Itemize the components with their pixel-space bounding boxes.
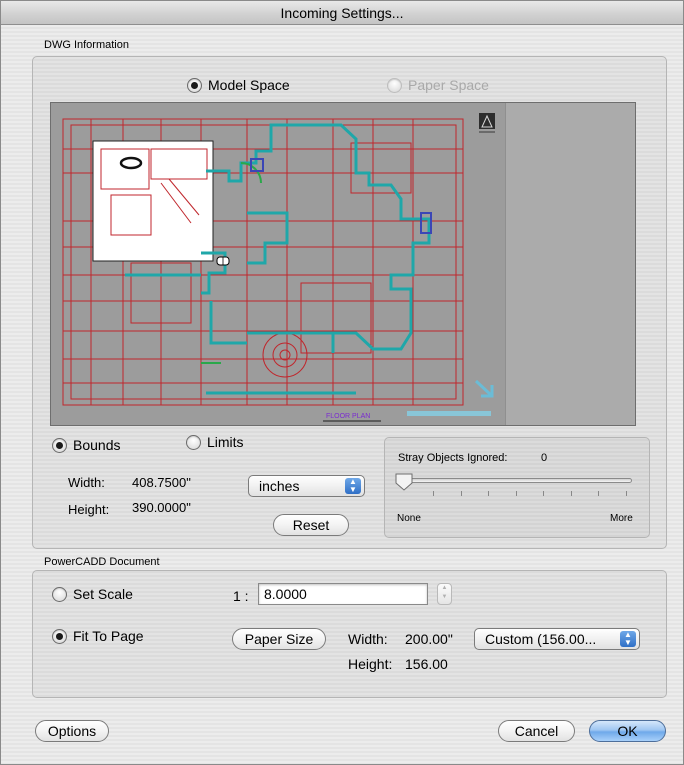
paper-size-popup[interactable]: Custom (156.00... ▲ ▼ [474, 628, 640, 650]
limits-radio[interactable]: Limits [186, 434, 244, 450]
scale-stepper: ▲ ▼ [437, 583, 452, 605]
slider-tick [433, 491, 434, 496]
model-space-label: Model Space [208, 77, 290, 93]
slider-tick [598, 491, 599, 496]
scale-input[interactable]: 8.0000 [258, 583, 428, 605]
model-space-radio-dot [187, 77, 202, 93]
limits-radio-dot [186, 434, 201, 450]
units-popup-value: inches [259, 478, 300, 494]
paper-size-popup-value: Custom (156.00... [485, 631, 597, 647]
page-height-value: 156.00 [405, 656, 448, 672]
options-button[interactable]: Options [35, 720, 109, 742]
page-height-label: Height: [348, 656, 393, 672]
slider-min-label: None [397, 513, 421, 524]
stray-objects-count: 0 [541, 452, 548, 464]
slider-max-label: More [610, 513, 633, 524]
slider-tick [488, 491, 489, 496]
bounds-label: Bounds [73, 437, 121, 453]
slider-tick [461, 491, 462, 496]
popup-arrows-icon: ▲ ▼ [620, 631, 636, 647]
floor-plan-drawing: FLOOR PLAN [62, 113, 495, 422]
paper-space-radio: Paper Space [387, 77, 489, 93]
stray-objects-slider[interactable] [401, 478, 632, 483]
scale-prefix: 1 : [233, 588, 249, 604]
paper-space-radio-dot [387, 77, 402, 93]
fit-to-page-radio-dot [52, 628, 67, 644]
slider-tick [571, 491, 572, 496]
limits-label: Limits [207, 434, 244, 450]
floor-plan-label: FLOOR PLAN [326, 413, 370, 420]
slider-tick [626, 491, 627, 496]
hand-cursor-icon [216, 256, 230, 266]
stray-objects-label: Stray Objects Ignored: [398, 452, 508, 464]
dwg-height-label: Height: [68, 502, 110, 517]
dwg-height-value: 390.0000" [132, 500, 191, 515]
reset-button[interactable]: Reset [273, 514, 349, 536]
bounds-radio[interactable]: Bounds [52, 437, 120, 453]
set-scale-radio-dot [52, 586, 67, 602]
ok-button[interactable]: OK [589, 720, 666, 742]
page-width-value: 200.00" [405, 631, 453, 647]
dwg-preview[interactable]: FLOOR PLAN [50, 102, 636, 426]
units-popup[interactable]: inches ▲ ▼ [248, 475, 365, 497]
arrow-down-right-icon [474, 379, 494, 398]
popup-arrows-icon: ▲ ▼ [345, 478, 361, 494]
fit-to-page-label: Fit To Page [73, 628, 144, 644]
window-title: Incoming Settings... [1, 1, 683, 25]
powercadd-document-label: PowerCADD Document [44, 556, 160, 568]
set-scale-label: Set Scale [73, 586, 133, 602]
page-width-label: Width: [348, 631, 388, 647]
model-space-radio[interactable]: Model Space [187, 77, 290, 93]
dwg-width-label: Width: [68, 475, 105, 490]
slider-tick [516, 491, 517, 496]
incoming-settings-dialog: Incoming Settings... DWG Information Mod… [0, 0, 684, 765]
bounds-radio-dot [52, 437, 67, 453]
cancel-button[interactable]: Cancel [498, 720, 575, 742]
slider-thumb[interactable] [395, 473, 413, 491]
paper-space-label: Paper Space [408, 77, 489, 93]
set-scale-radio[interactable]: Set Scale [52, 586, 133, 602]
slider-tick [543, 491, 544, 496]
dwg-width-value: 408.7500" [132, 475, 191, 490]
paper-size-button[interactable]: Paper Size [232, 628, 326, 650]
fit-to-page-radio[interactable]: Fit To Page [52, 628, 144, 644]
dwg-information-label: DWG Information [44, 39, 129, 51]
